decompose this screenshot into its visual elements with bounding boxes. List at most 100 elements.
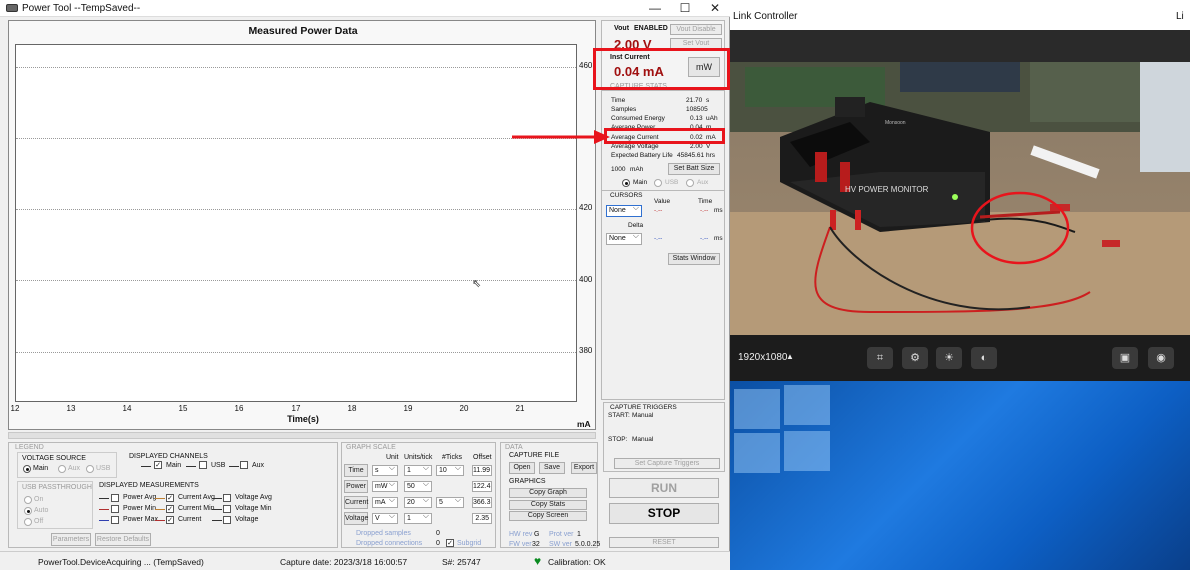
channel-main-label: Main: [166, 462, 182, 469]
parameters-button[interactable]: Parameters: [51, 533, 91, 546]
col-offset-label: Offset: [473, 454, 492, 461]
source-aux-radio[interactable]: [58, 465, 66, 473]
power-units-tick-select[interactable]: 50: [404, 479, 432, 492]
exposure-icon[interactable]: ◐: [971, 347, 997, 369]
passthrough-auto-radio[interactable]: [24, 507, 32, 515]
current-unit-select[interactable]: mA: [372, 495, 398, 508]
cursor1-select[interactable]: None: [606, 203, 642, 217]
brightness-icon[interactable]: ☀: [936, 347, 962, 369]
x-tick: 14: [122, 404, 132, 413]
open-button[interactable]: Open: [509, 462, 535, 474]
cursor2-unit: ms: [714, 235, 723, 242]
capture-triggers-header: CAPTURE TRIGGERS: [610, 404, 677, 411]
camera-settings-icon[interactable]: ⚙: [902, 347, 928, 369]
set-capture-triggers-button[interactable]: Set Capture Triggers: [614, 458, 720, 469]
voltage-scale-button[interactable]: Voltage: [344, 512, 368, 525]
gridline: [16, 352, 576, 353]
chevron-up-icon[interactable]: ▲: [786, 352, 794, 361]
lc-title: Link Controller: [733, 11, 798, 22]
col-unit-label: Unit: [386, 454, 399, 461]
cursor2-select[interactable]: None: [606, 231, 642, 245]
voltage-min-checkbox[interactable]: [223, 505, 231, 513]
restore-defaults-button[interactable]: Restore Defaults: [95, 533, 151, 546]
stats-aux-radio[interactable]: [686, 179, 694, 187]
copy-graph-button[interactable]: Copy Graph: [509, 488, 587, 498]
vout-label: Vout: [614, 25, 630, 32]
mouse-cursor-icon: ⇖: [472, 278, 482, 290]
current-units-tick-select[interactable]: 20: [404, 495, 432, 508]
stat-unit: hrs: [706, 152, 716, 159]
cursor2-value: -.--: [654, 235, 663, 242]
current-min-checkbox[interactable]: ✓: [166, 505, 174, 513]
close-icon[interactable]: ✕: [700, 0, 730, 17]
dropped-samples-value: 0: [436, 530, 440, 537]
link-controller-window: Link Controller Li HV POWER MONITOR Mons…: [730, 0, 1190, 381]
hw-rev-label: HW rev: [509, 531, 533, 538]
power-avg-checkbox[interactable]: [111, 494, 119, 502]
passthrough-off-radio[interactable]: [24, 518, 32, 526]
time-ticks-select[interactable]: 10: [436, 463, 464, 476]
minimize-icon[interactable]: —: [640, 0, 670, 17]
stats-usb-radio[interactable]: [654, 179, 662, 187]
current-checkbox[interactable]: ✓: [166, 516, 174, 524]
voltage-offset-field[interactable]: 2.35: [472, 513, 492, 524]
y-tick: 380: [579, 346, 593, 355]
power-max-checkbox[interactable]: [111, 516, 119, 524]
plot-area[interactable]: ⇖: [15, 44, 577, 402]
window-title: Power Tool --TempSaved--: [22, 3, 141, 14]
copy-stats-button[interactable]: Copy Stats: [509, 500, 587, 510]
stop-button[interactable]: STOP: [609, 503, 719, 524]
reset-button[interactable]: RESET: [609, 537, 719, 548]
maximize-icon[interactable]: ☐: [670, 0, 700, 17]
current-min-label: Current Min: [178, 505, 215, 512]
power-avg-swatch: [99, 498, 109, 499]
time-offset-field[interactable]: 11.99: [472, 465, 492, 476]
export-button[interactable]: Export: [571, 462, 597, 474]
passthrough-on-radio[interactable]: [24, 496, 32, 504]
run-button[interactable]: RUN: [609, 478, 719, 498]
subgrid-checkbox[interactable]: ✓: [446, 539, 454, 547]
source-usb-radio[interactable]: [86, 465, 94, 473]
power-max-swatch: [99, 520, 109, 521]
power-offset-field[interactable]: 122.4: [472, 481, 492, 492]
voltage-swatch: [212, 520, 222, 521]
source-main-label: Main: [33, 465, 49, 472]
aux-swatch: [229, 466, 239, 467]
vout-status: ENABLED: [634, 25, 668, 32]
channel-usb-checkbox[interactable]: [199, 461, 207, 469]
save-button[interactable]: Save: [539, 462, 565, 474]
set-batt-size-button[interactable]: Set Batt Size: [668, 163, 720, 175]
time-unit-select[interactable]: s: [372, 463, 398, 476]
vout-disable-button[interactable]: Vout Disable: [670, 24, 722, 35]
col-units-tick-label: Units/tick: [404, 454, 433, 461]
record-icon[interactable]: ◉: [1148, 347, 1174, 369]
cursor1-unit: ms: [714, 207, 723, 214]
voltage-unit-select[interactable]: V: [372, 511, 398, 524]
channel-main-checkbox[interactable]: ✓: [154, 461, 162, 469]
source-main-radio[interactable]: [23, 465, 31, 473]
current-ticks-select[interactable]: 5: [436, 495, 464, 508]
voltage-avg-checkbox[interactable]: [223, 494, 231, 502]
graph-area: Measured Power Data ⇖ 460 420 400 380 12…: [8, 20, 596, 430]
focus-icon[interactable]: ⌗: [867, 347, 893, 369]
current-avg-checkbox[interactable]: ✓: [166, 494, 174, 502]
channel-aux-checkbox[interactable]: [240, 461, 248, 469]
power-unit-select[interactable]: mW: [372, 479, 398, 492]
time-scale-button[interactable]: Time: [344, 464, 368, 477]
current-scale-button[interactable]: Current: [344, 496, 368, 509]
time-units-tick-select[interactable]: 1: [404, 463, 432, 476]
power-min-checkbox[interactable]: [111, 505, 119, 513]
resolution-select[interactable]: 1920x1080: [738, 352, 788, 363]
subgrid-label: Subgrid: [457, 540, 482, 547]
stats-main-radio[interactable]: [622, 179, 630, 187]
copy-screen-button[interactable]: Copy Screen: [509, 511, 587, 521]
stats-window-button[interactable]: Stats Window: [668, 253, 720, 265]
current-offset-field[interactable]: 366.3: [472, 497, 492, 508]
stat-unit: uAh: [706, 115, 718, 122]
snapshot-icon[interactable]: ▣: [1112, 347, 1138, 369]
voltage-checkbox[interactable]: [223, 516, 231, 524]
voltage-units-tick-select[interactable]: 1: [404, 511, 432, 524]
x-tick: 20: [459, 404, 469, 413]
power-scale-button[interactable]: Power: [344, 480, 368, 493]
graph-scrollbar[interactable]: [8, 432, 596, 439]
